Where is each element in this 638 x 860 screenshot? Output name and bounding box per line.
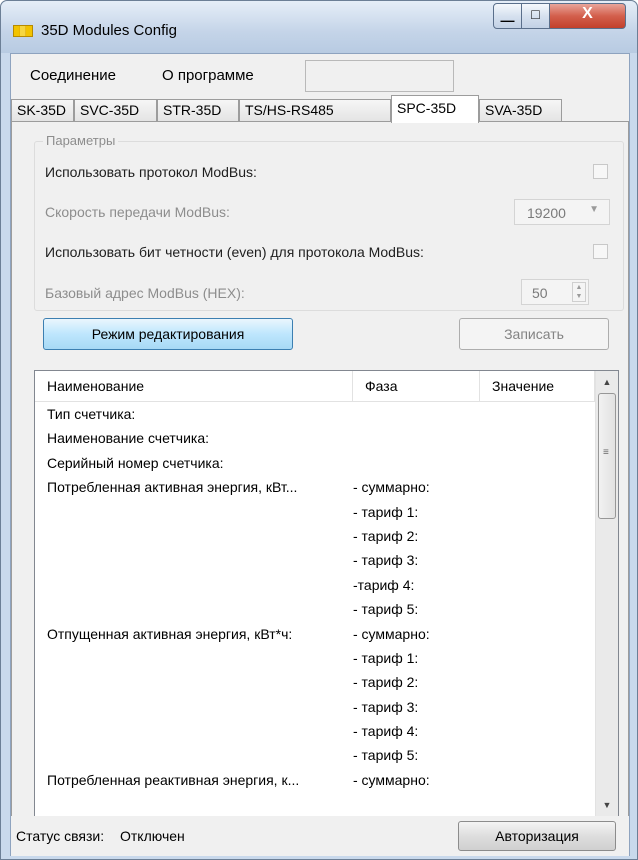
table-row[interactable]: - тариф 2:	[35, 670, 595, 694]
row-name-cell: Потребленная реактивная энергия, к...	[47, 771, 300, 788]
scroll-up-icon[interactable]: ▲	[596, 371, 618, 393]
title-bar[interactable]: 35D Modules Config — □ X	[1, 1, 637, 53]
app-icon	[13, 25, 33, 37]
table-row[interactable]: Тип счетчика:	[35, 402, 595, 426]
table-row[interactable]: - тариф 3:	[35, 695, 595, 719]
table-row[interactable]: Отпущенная активная энергия, кВт*ч: - су…	[35, 622, 595, 646]
edit-mode-button[interactable]: Режим редактирования	[43, 318, 293, 350]
status-bar: Статус связи: Отключен Авторизация	[11, 816, 629, 856]
tab-ts-hs-rs485[interactable]: TS/HS-RS485	[239, 99, 391, 122]
baud-value: 19200	[527, 205, 566, 221]
parameters-group: Параметры Использовать протокол ModBus: …	[34, 133, 624, 311]
scrollbar-thumb[interactable]: ≡	[598, 393, 616, 519]
table-row[interactable]: Потребленная реактивная энергия, к... - …	[35, 768, 595, 792]
minimize-icon: —	[500, 12, 515, 28]
tab-panel-spc-35d: Параметры Использовать протокол ModBus: …	[11, 121, 629, 817]
minimize-button[interactable]: —	[493, 3, 522, 29]
table-row[interactable]: Потребленная активная энергия, кВт... - …	[35, 475, 595, 499]
table-row[interactable]: - тариф 4:	[35, 719, 595, 743]
menu-empty-field	[305, 60, 454, 92]
row-phase-cell: -тариф 4:	[353, 576, 415, 593]
row-phase-cell: - тариф 5:	[353, 747, 419, 764]
row-phase-cell: - суммарно:	[353, 771, 430, 788]
window-title: 35D Modules Config	[41, 22, 177, 39]
menu-about[interactable]: О программе	[162, 67, 254, 84]
address-value: 50	[532, 285, 548, 301]
column-header-value[interactable]: Значение	[480, 371, 595, 402]
table-row[interactable]: Серийный номер счетчика:	[35, 451, 595, 475]
list-scrollbar[interactable]: ▲ ≡ ▼	[595, 371, 618, 816]
meter-data-list[interactable]: Наименование Фаза Значение Тип счетчика:…	[34, 370, 619, 817]
row-name-cell: Тип счетчика:	[47, 406, 136, 422]
scroll-down-icon[interactable]: ▼	[596, 794, 618, 816]
row-phase-cell: - тариф 3:	[353, 698, 419, 715]
table-row[interactable]: - тариф 1:	[35, 646, 595, 670]
chevron-down-icon: ▼	[589, 204, 599, 215]
client-area: Соединение О программе SK-35D SVC-35D ST…	[10, 53, 630, 856]
tab-svc-35d[interactable]: SVC-35D	[74, 99, 157, 122]
tab-str-35d[interactable]: STR-35D	[157, 99, 239, 122]
spin-up-icon[interactable]: ▲	[573, 283, 585, 292]
row-phase-cell: - тариф 3:	[353, 552, 419, 569]
maximize-button[interactable]: □	[522, 3, 550, 29]
address-label: Базовый адрес ModBus (HEX):	[45, 285, 245, 301]
use-modbus-label: Использовать протокол ModBus:	[45, 164, 257, 180]
table-row[interactable]: Наименование счетчика:	[35, 426, 595, 450]
row-phase-cell: - тариф 1:	[353, 503, 419, 520]
parameters-legend: Параметры	[43, 133, 119, 148]
parity-checkbox[interactable]	[593, 244, 608, 259]
baud-select[interactable]: 19200 ▼	[514, 199, 610, 225]
row-name-cell: Отпущенная активная энергия, кВт*ч:	[47, 625, 293, 642]
write-button[interactable]: Записать	[459, 318, 609, 350]
column-header-phase[interactable]: Фаза	[353, 371, 480, 402]
baud-label: Скорость передачи ModBus:	[45, 204, 230, 220]
table-row[interactable]: - тариф 5:	[35, 597, 595, 621]
table-row[interactable]: - тариф 2:	[35, 524, 595, 548]
tab-spc-35d[interactable]: SPC-35D	[391, 95, 479, 123]
list-header: Наименование Фаза Значение	[35, 371, 595, 402]
tab-strip: SK-35D SVC-35D STR-35D TS/HS-RS485 SPC-3…	[11, 95, 629, 123]
tab-sk-35d[interactable]: SK-35D	[11, 99, 74, 122]
column-header-name[interactable]: Наименование	[35, 371, 353, 402]
menu-bar: Соединение О программе	[11, 54, 629, 95]
close-button[interactable]: X	[550, 3, 626, 29]
spin-down-icon[interactable]: ▼	[573, 292, 585, 301]
row-name-cell: Потребленная активная энергия, кВт...	[47, 479, 298, 496]
row-phase-cell: - тариф 2:	[353, 674, 419, 691]
grip-icon: ≡	[603, 447, 609, 458]
table-row[interactable]: - тариф 5:	[35, 743, 595, 767]
list-rows: Тип счетчика: Наименование счетчика: Серий…	[35, 402, 595, 792]
table-row[interactable]: - тариф 1:	[35, 500, 595, 524]
row-phase-cell: - тариф 1:	[353, 649, 419, 666]
address-spinner[interactable]: 50 ▲ ▼	[521, 279, 589, 305]
row-phase-cell: - суммарно:	[353, 625, 430, 642]
row-phase-cell: - тариф 4:	[353, 723, 419, 740]
menu-connection[interactable]: Соединение	[30, 67, 116, 84]
row-phase-cell: - тариф 5:	[353, 601, 419, 618]
use-modbus-checkbox[interactable]	[593, 164, 608, 179]
app-window: 35D Modules Config — □ X Соединение О пр…	[0, 0, 638, 860]
row-name-cell: Серийный номер счетчика:	[47, 454, 224, 471]
table-row[interactable]: -тариф 4:	[35, 573, 595, 597]
close-icon: X	[582, 5, 593, 22]
row-phase-cell: - тариф 2:	[353, 527, 419, 544]
parity-label: Использовать бит четности (even) для про…	[45, 244, 424, 260]
row-phase-cell: - суммарно:	[353, 479, 430, 496]
row-name-cell: Наименование счетчика:	[47, 430, 210, 447]
tab-sva-35d[interactable]: SVA-35D	[479, 99, 562, 122]
table-row[interactable]: - тариф 3:	[35, 548, 595, 572]
connection-status-value: Отключен	[120, 828, 185, 844]
maximize-icon: □	[531, 6, 540, 22]
auth-button[interactable]: Авторизация	[458, 821, 616, 851]
connection-status-label: Статус связи:	[16, 828, 105, 844]
spinner-buttons[interactable]: ▲ ▼	[572, 282, 586, 302]
